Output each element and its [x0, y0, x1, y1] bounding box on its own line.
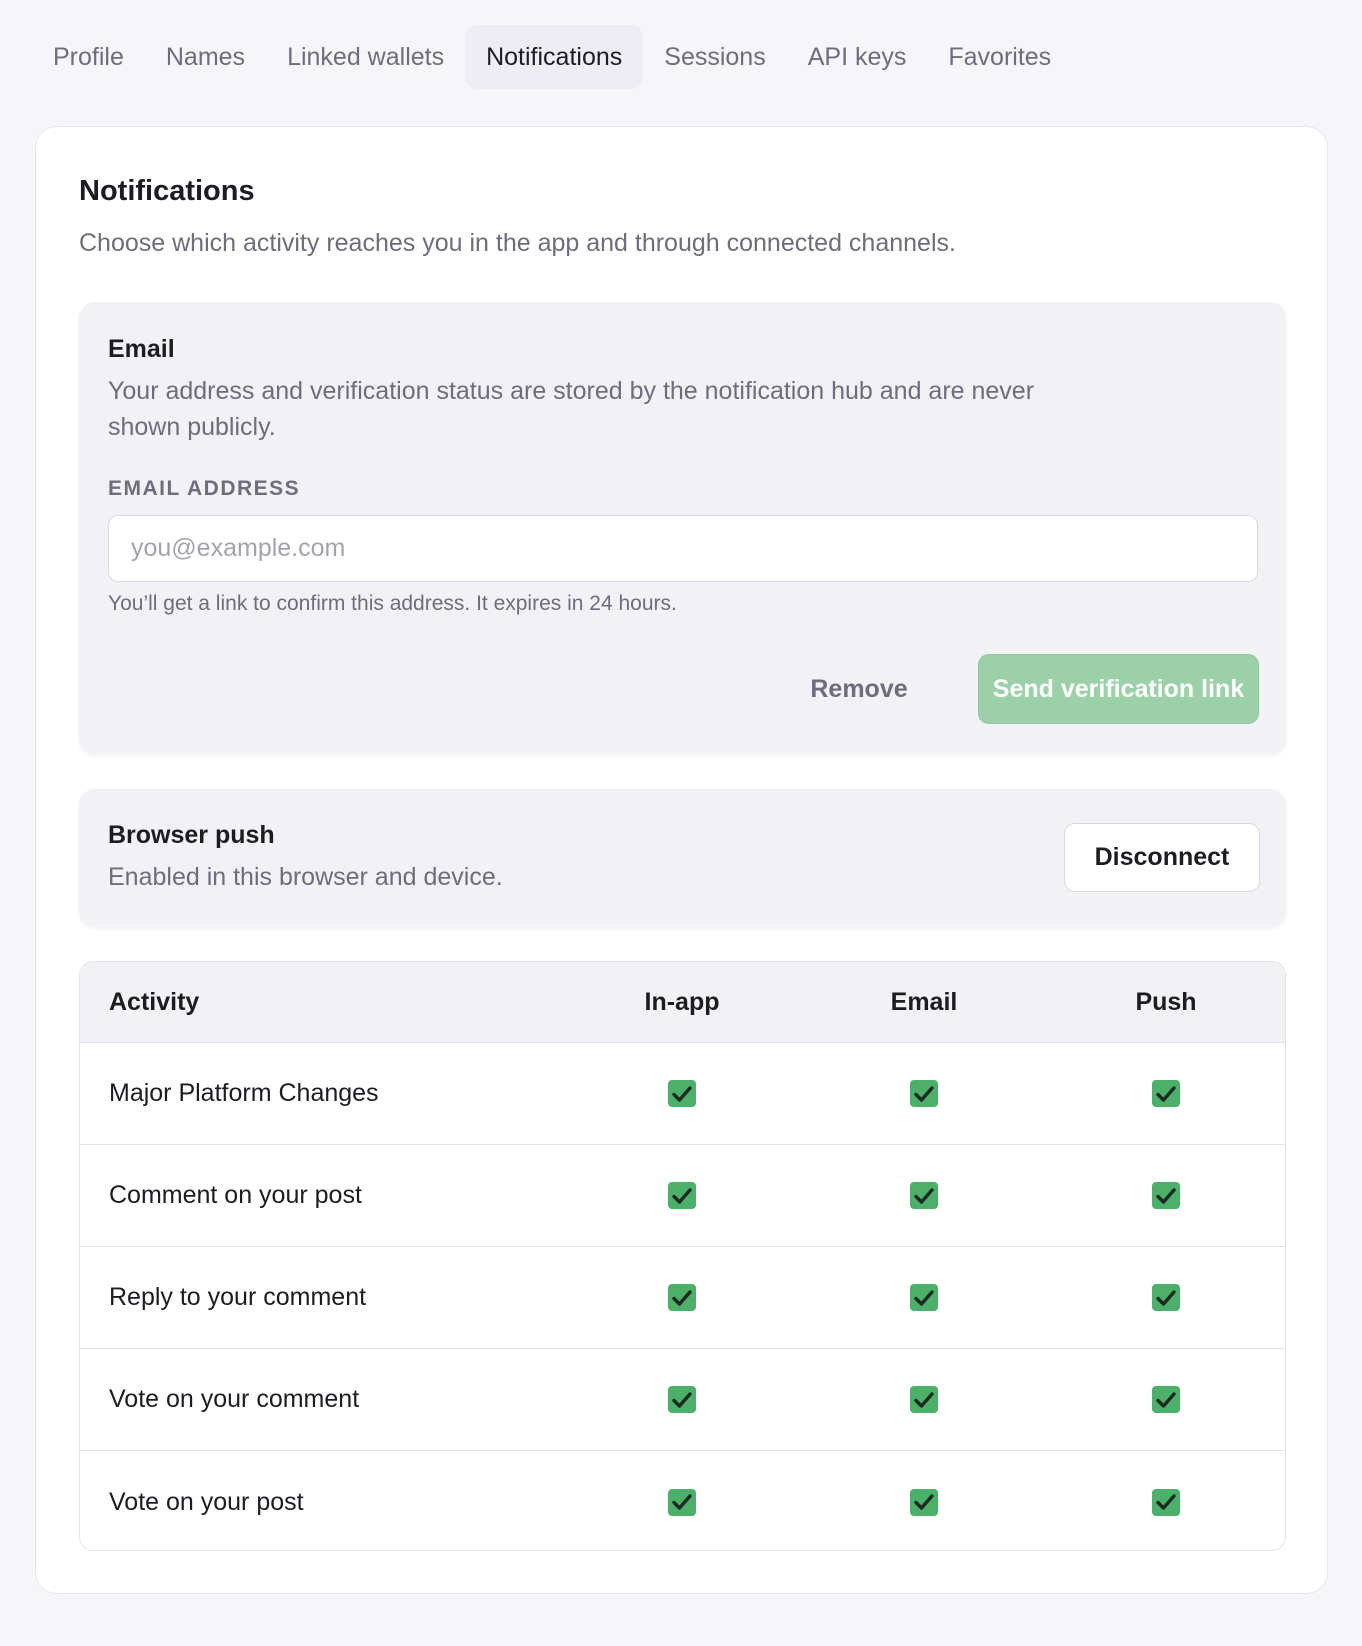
checkmark-icon	[914, 1391, 934, 1409]
table-body: Major Platform Changes Comment on your po…	[80, 1043, 1285, 1550]
checkmark-icon	[672, 1493, 692, 1511]
notification-preferences-table: Activity In-app Email Push Major Platfor…	[79, 961, 1286, 1551]
tab-favorites[interactable]: Favorites	[927, 25, 1072, 89]
table-row: Comment on your post	[80, 1145, 1285, 1247]
push-checkbox[interactable]	[1152, 1488, 1180, 1516]
activity-label: Vote on your post	[109, 1487, 304, 1516]
notifications-settings-page: Profile Names Linked wallets Notificatio…	[0, 0, 1362, 1646]
checkmark-icon	[1156, 1391, 1176, 1409]
email-cell	[824, 1145, 1024, 1246]
notifications-card: Notifications Choose which activity reac…	[35, 126, 1328, 1594]
email-address-label: EMAIL ADDRESS	[108, 477, 301, 500]
email-cell	[824, 1043, 1024, 1144]
email-hint: You’ll get a link to confirm this addres…	[108, 592, 677, 615]
push-cell	[1066, 1145, 1266, 1246]
tab-linked-wallets[interactable]: Linked wallets	[266, 25, 465, 89]
checkmark-icon	[914, 1493, 934, 1511]
push-cell	[1066, 1451, 1266, 1550]
in-app-checkbox[interactable]	[668, 1182, 696, 1209]
header-in-app: In-app	[644, 987, 720, 1016]
browser-push-description: Enabled in this browser and device.	[108, 863, 503, 891]
checkmark-icon	[1156, 1187, 1176, 1205]
table-row: Major Platform Changes	[80, 1043, 1285, 1145]
email-checkbox[interactable]	[910, 1182, 938, 1209]
table-row: Reply to your comment	[80, 1247, 1285, 1349]
checkmark-icon	[914, 1187, 934, 1205]
tab-notifications[interactable]: Notifications	[465, 25, 644, 89]
disconnect-button[interactable]: Disconnect	[1064, 823, 1260, 892]
checkmark-icon	[1156, 1085, 1176, 1103]
send-verification-link-button[interactable]: Send verification link	[978, 654, 1259, 724]
browser-push-section: Browser push Enabled in this browser and…	[79, 789, 1286, 927]
checkmark-icon	[1156, 1493, 1176, 1511]
table-row: Vote on your comment	[80, 1349, 1285, 1451]
email-cell	[824, 1451, 1024, 1550]
checkmark-icon	[672, 1391, 692, 1409]
checkmark-icon	[914, 1085, 934, 1103]
activity-label: Comment on your post	[109, 1181, 362, 1209]
tab-names[interactable]: Names	[145, 25, 266, 89]
email-cell	[824, 1247, 1024, 1348]
push-cell	[1066, 1043, 1266, 1144]
email-section-title: Email	[108, 335, 175, 363]
activity-label: Reply to your comment	[109, 1283, 367, 1311]
header-push: Push	[1135, 987, 1197, 1016]
in-app-cell	[582, 1451, 782, 1550]
checkmark-icon	[1156, 1289, 1176, 1307]
email-section: Email Your address and verification stat…	[79, 302, 1286, 754]
checkmark-icon	[672, 1289, 692, 1307]
tab-profile[interactable]: Profile	[32, 25, 145, 89]
browser-push-title: Browser push	[108, 821, 275, 849]
push-checkbox[interactable]	[1152, 1080, 1180, 1107]
email-checkbox[interactable]	[910, 1080, 938, 1107]
remove-button[interactable]: Remove	[779, 654, 939, 724]
email-cell	[824, 1349, 1024, 1450]
header-email: Email	[890, 987, 958, 1016]
push-checkbox[interactable]	[1152, 1284, 1180, 1311]
email-input[interactable]	[108, 515, 1258, 582]
in-app-cell	[582, 1247, 782, 1348]
page-title: Notifications	[79, 175, 255, 207]
activity-label: Major Platform Changes	[109, 1079, 379, 1107]
tab-api-keys[interactable]: API keys	[787, 25, 928, 89]
in-app-checkbox[interactable]	[668, 1488, 696, 1516]
checkmark-icon	[672, 1085, 692, 1103]
email-checkbox[interactable]	[910, 1488, 938, 1516]
email-checkbox[interactable]	[910, 1284, 938, 1311]
in-app-cell	[582, 1145, 782, 1246]
push-checkbox[interactable]	[1152, 1386, 1180, 1413]
activity-label: Vote on your comment	[109, 1385, 360, 1413]
checkmark-icon	[914, 1289, 934, 1307]
page-subtitle: Choose which activity reaches you in the…	[79, 229, 956, 257]
push-cell	[1066, 1349, 1266, 1450]
email-checkbox[interactable]	[910, 1386, 938, 1413]
table-row: Vote on your post	[80, 1451, 1285, 1550]
checkmark-icon	[672, 1187, 692, 1205]
header-activity: Activity	[109, 987, 200, 1016]
in-app-checkbox[interactable]	[668, 1284, 696, 1311]
table-header: Activity In-app Email Push	[80, 962, 1285, 1043]
in-app-checkbox[interactable]	[668, 1080, 696, 1107]
tab-sessions[interactable]: Sessions	[643, 25, 786, 89]
push-cell	[1066, 1247, 1266, 1348]
in-app-cell	[582, 1349, 782, 1450]
push-checkbox[interactable]	[1152, 1182, 1180, 1209]
settings-tabs: Profile Names Linked wallets Notificatio…	[32, 25, 1072, 89]
email-section-description: Your address and verification status are…	[108, 377, 1035, 441]
in-app-cell	[582, 1043, 782, 1144]
in-app-checkbox[interactable]	[668, 1386, 696, 1413]
